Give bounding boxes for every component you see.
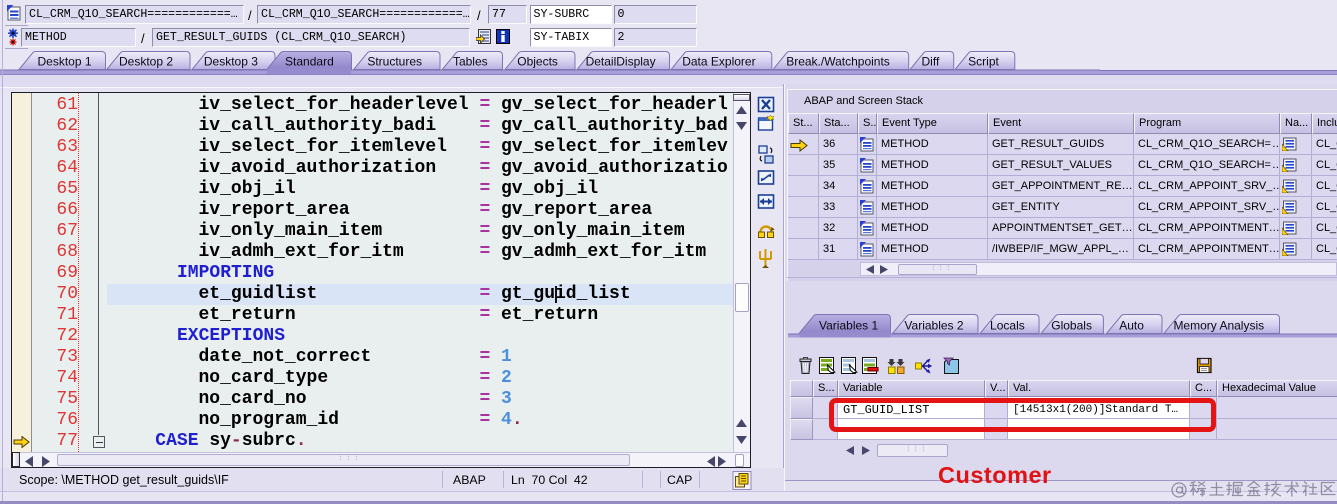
svg-text:Desktop 2: Desktop 2: [119, 55, 173, 69]
svg-text:Auto: Auto: [1119, 319, 1144, 333]
svg-text:Variables 2: Variables 2: [904, 319, 963, 333]
svg-text:Script: Script: [968, 55, 999, 69]
svg-text:Globals: Globals: [1051, 319, 1092, 333]
svg-text:Standard: Standard: [285, 55, 334, 69]
svg-text:Desktop 3: Desktop 3: [204, 55, 258, 69]
svg-text:DetailDisplay: DetailDisplay: [586, 55, 656, 69]
svg-text:Desktop 1: Desktop 1: [37, 55, 91, 69]
svg-text:Memory Analysis: Memory Analysis: [1173, 319, 1264, 333]
svg-text:Objects: Objects: [517, 55, 558, 69]
svg-text:Data Explorer: Data Explorer: [682, 55, 755, 69]
svg-text:Diff: Diff: [922, 55, 940, 69]
svg-text:Tables: Tables: [453, 55, 488, 69]
svg-text:Locals: Locals: [990, 319, 1025, 333]
svg-text:Break./Watchpoints: Break./Watchpoints: [786, 55, 890, 69]
svg-text:Structures: Structures: [367, 55, 422, 69]
svg-text:Variables 1: Variables 1: [819, 319, 878, 333]
